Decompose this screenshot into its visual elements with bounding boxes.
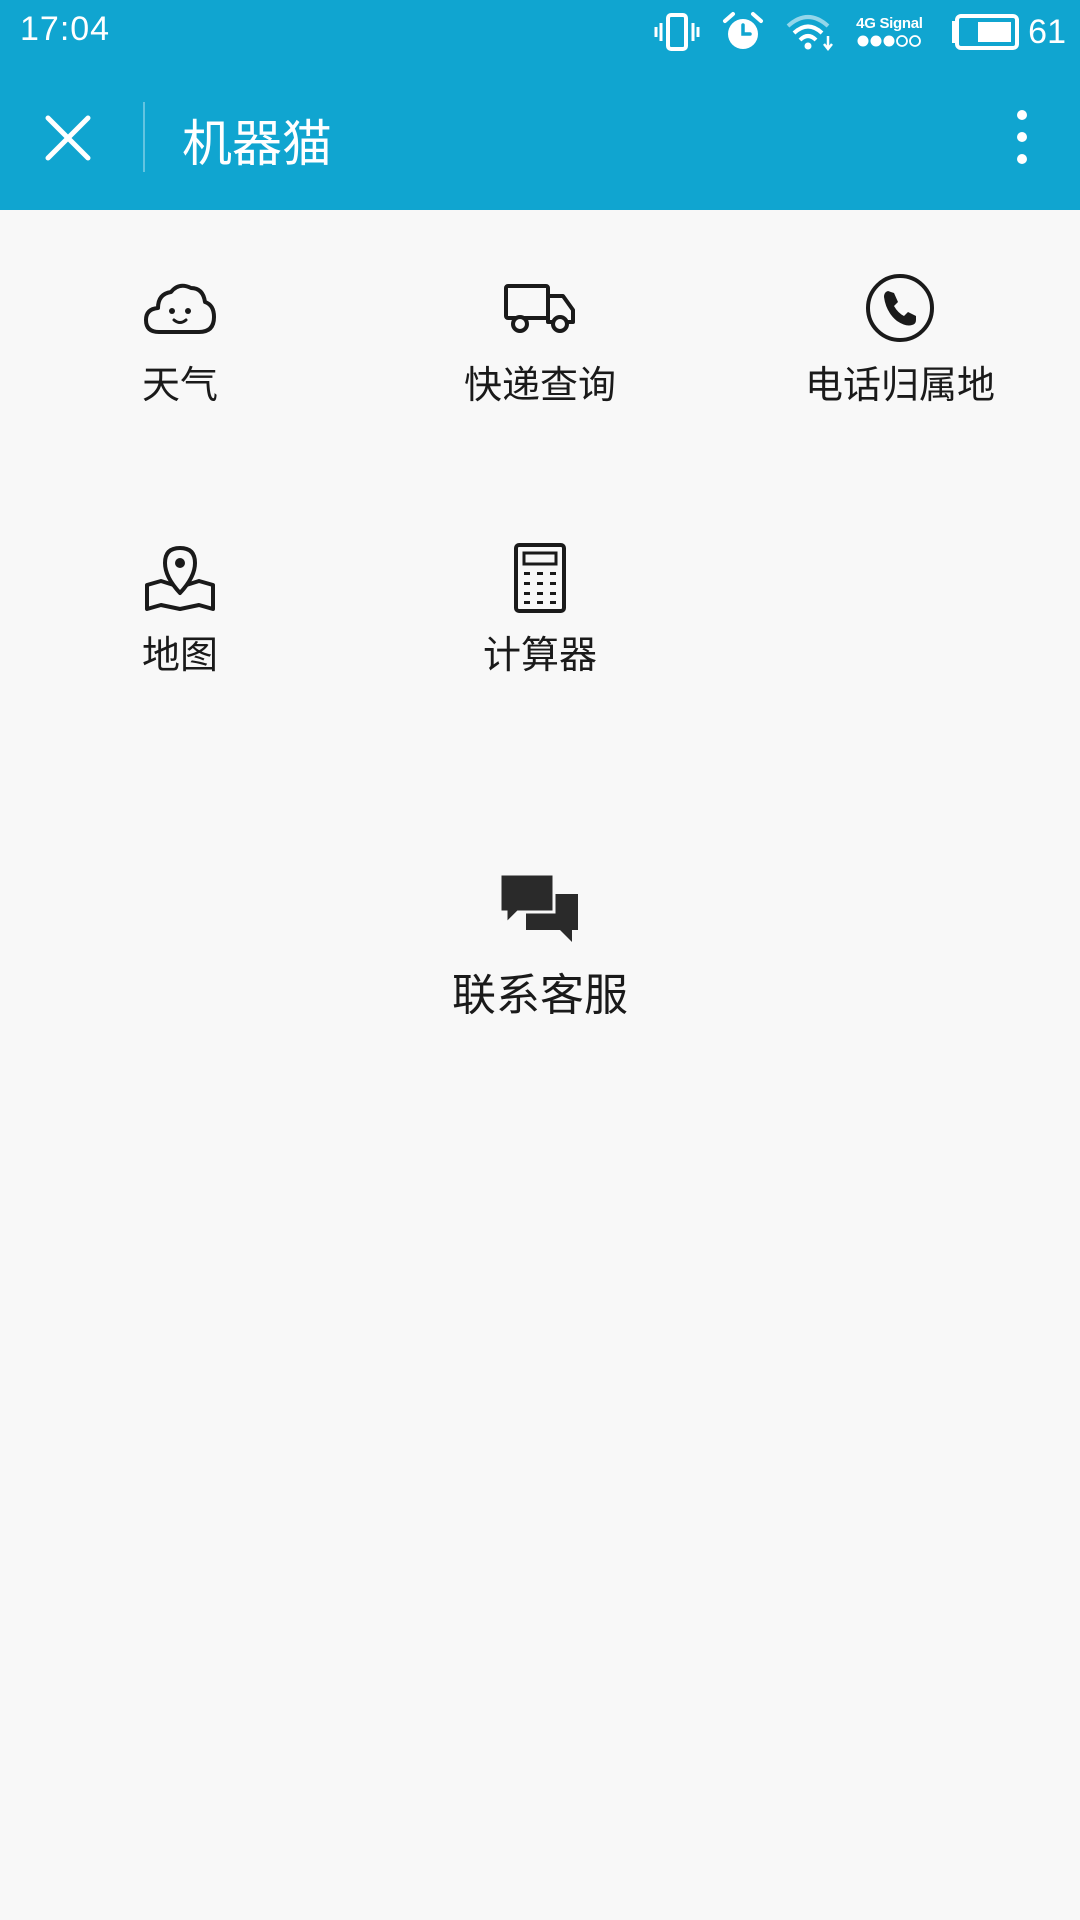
status-icons: 4G Signal 61 [654,0,1066,64]
signal-indicator: 4G Signal [856,16,928,48]
tile-label: 计算器 [482,633,597,677]
tile-label: 电话归属地 [804,363,995,407]
network-label: 4G Signal [856,15,923,32]
map-pin-icon [142,540,218,616]
status-bar: 17:04 4G Signal 61 [0,0,1080,64]
tile-label: 天气 [141,363,218,407]
alarm-icon [722,11,764,53]
tile-weather[interactable]: 天气 [0,270,360,409]
calculator-icon [502,540,578,616]
more-options-button[interactable] [992,102,1052,172]
tile-calculator[interactable]: 计算器 [360,540,720,679]
wifi-icon [786,12,834,52]
signal-dots-icon [856,34,926,48]
tile-label: 地图 [141,633,218,677]
cloud-smile-icon [142,270,218,346]
tile-label: 快递查询 [463,363,616,407]
tile-phone-location[interactable]: 电话归属地 [720,270,1080,409]
tile-express-tracking[interactable]: 快递查询 [360,270,720,409]
close-icon [45,115,91,161]
truck-icon [502,270,578,346]
tool-grid: 天气 快递查询 电话归属地 地图 计算器 联系客服 [0,210,1080,1920]
close-button[interactable] [38,108,98,168]
page-title: 机器猫 [182,115,332,173]
battery: 61 [950,13,1066,52]
chat-bubbles-icon [496,865,584,953]
battery-level: 61 [1028,12,1066,51]
tile-label: 联系客服 [452,970,628,1021]
app-bar-divider [143,102,145,172]
app-bar: 机器猫 [0,64,1080,210]
tile-contact-support[interactable]: 联系客服 [360,865,720,1023]
phone-circle-icon [862,270,938,346]
more-vertical-icon [1017,110,1027,164]
battery-icon [950,14,1020,50]
status-time: 17:04 [20,10,111,48]
tile-map[interactable]: 地图 [0,540,360,679]
vibrate-icon [654,12,700,52]
